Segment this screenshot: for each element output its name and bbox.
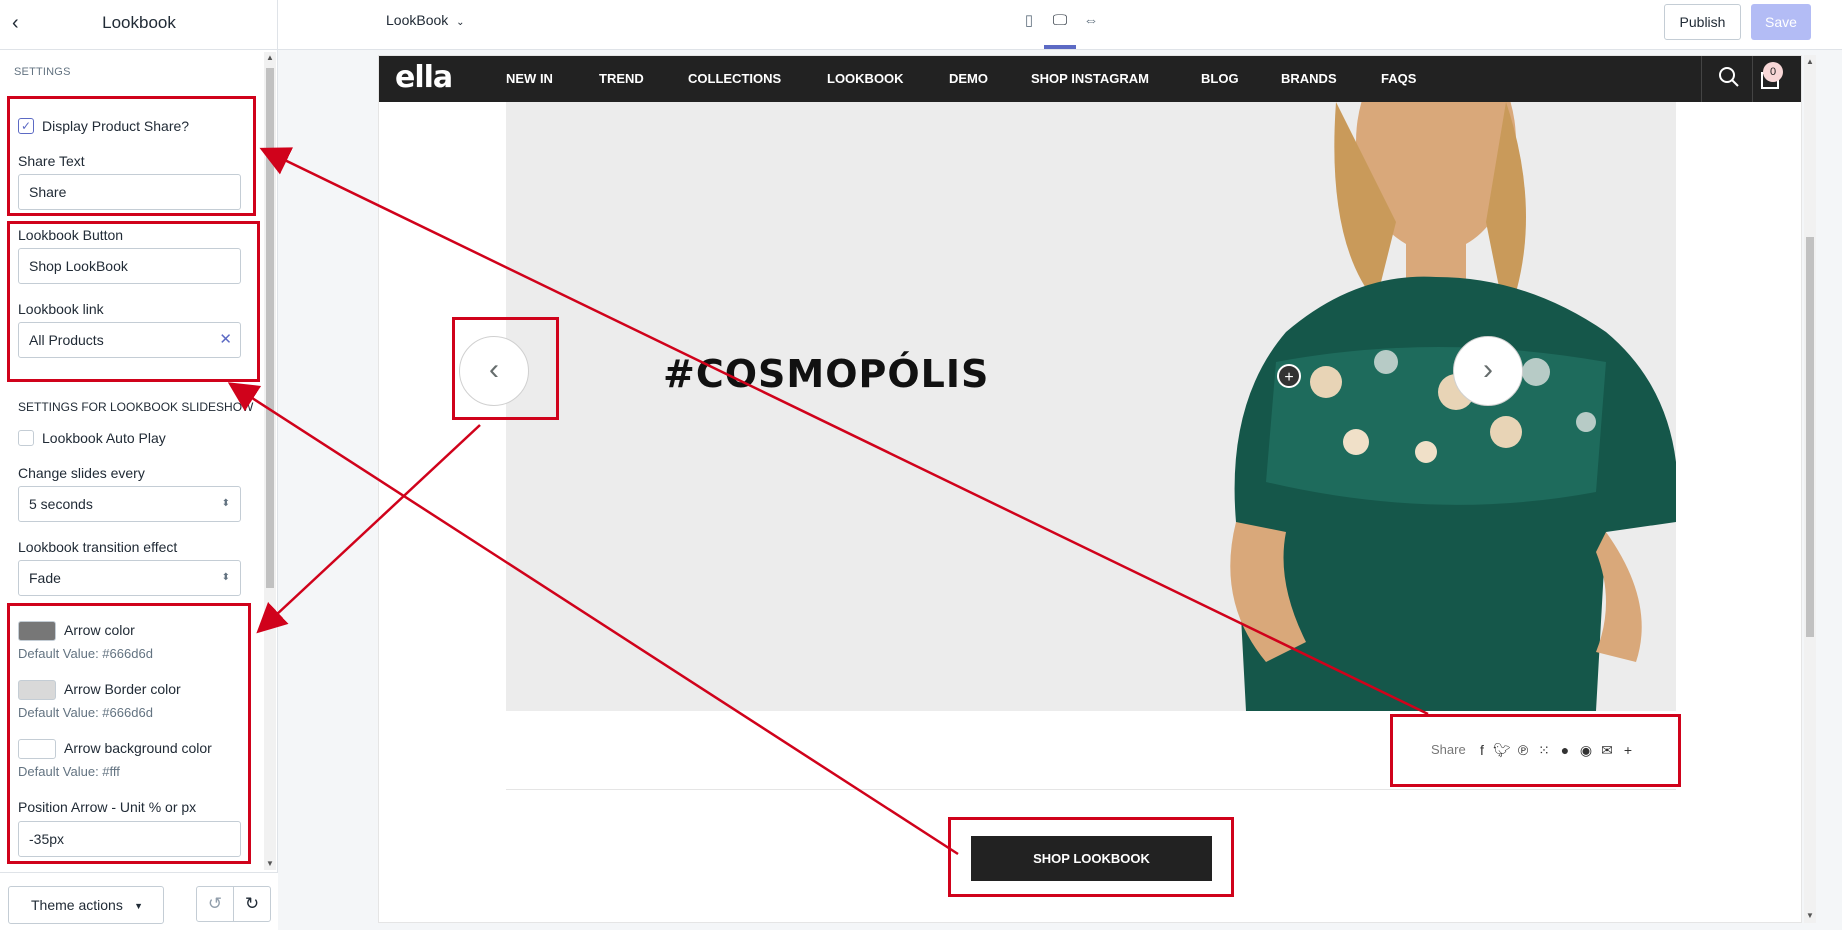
publish-button[interactable]: Publish: [1664, 4, 1741, 40]
nav-item-demo[interactable]: DEMO: [949, 71, 988, 86]
preview-scrollbar[interactable]: ▲ ▼: [1804, 55, 1816, 923]
autoplay-label: Lookbook Auto Play: [42, 430, 166, 446]
sidebar-header: ‹ Lookbook: [0, 0, 278, 50]
share-text-label: Share Text: [18, 153, 85, 169]
display-share-checkbox[interactable]: ✓: [18, 118, 34, 134]
slide-prev-arrow[interactable]: ‹: [459, 336, 529, 406]
nav-item-new-in[interactable]: NEW IN: [506, 71, 553, 86]
nav-item-blog[interactable]: BLOG: [1201, 71, 1239, 86]
nav-item-faqs[interactable]: FAQS: [1381, 71, 1416, 86]
select-arrows-icon: ⬍: [221, 572, 230, 583]
lookbook-hero: #COSMOPÓLIS +: [506, 102, 1676, 711]
arrow-color-label: Arrow color: [64, 622, 135, 638]
scroll-down-icon[interactable]: ▼: [1806, 912, 1814, 920]
arrow-color-default: Default Value: #666d6d: [18, 646, 153, 661]
arrow-bg-swatch[interactable]: [18, 739, 56, 759]
active-view-indicator: [1044, 45, 1076, 49]
email-icon[interactable]: ✉: [1598, 740, 1616, 760]
circle-share-icon[interactable]: ◉: [1577, 740, 1595, 760]
product-hotspot-icon[interactable]: +: [1277, 364, 1301, 388]
sidebar-title: Lookbook: [102, 13, 176, 32]
section-heading-slideshow: SETTINGS FOR LOOKBOOK SLIDESHOW: [18, 400, 254, 414]
grid-share-icon[interactable]: ⁙: [1535, 740, 1553, 760]
transition-select[interactable]: Fade ⬍: [18, 560, 241, 596]
chevron-down-icon: ⌄: [456, 17, 465, 28]
display-share-label: Display Product Share?: [42, 118, 190, 134]
position-arrow-input[interactable]: -35px: [18, 821, 241, 857]
scroll-up-icon[interactable]: ▲: [1806, 58, 1814, 66]
nav-item-shop-instagram[interactable]: SHOP INSTAGRAM: [1031, 71, 1149, 86]
lookbook-link-input[interactable]: All Products ✕: [18, 322, 241, 358]
scrollbar-thumb[interactable]: [266, 68, 274, 588]
bell-share-icon[interactable]: ●: [1556, 740, 1574, 760]
transition-label: Lookbook transition effect: [18, 539, 178, 555]
store-logo[interactable]: ella: [395, 60, 453, 95]
position-arrow-label: Position Arrow - Unit % or px: [18, 799, 197, 815]
facebook-icon[interactable]: f: [1473, 740, 1491, 760]
arrow-color-swatch[interactable]: [18, 621, 56, 641]
nav-item-lookbook[interactable]: LOOKBOOK: [827, 71, 904, 86]
pinterest-icon[interactable]: ℗: [1514, 740, 1532, 760]
arrow-bg-label: Arrow background color: [64, 740, 212, 756]
model-image: [1230, 102, 1676, 711]
scroll-down-icon[interactable]: ▼: [266, 860, 274, 868]
store-preview: ella NEW IN TREND COLLECTIONS LOOKBOOK D…: [378, 55, 1802, 923]
change-slides-value: 5 seconds: [29, 496, 93, 512]
more-share-icon[interactable]: +: [1619, 740, 1637, 760]
caret-down-icon: ▼: [134, 901, 143, 911]
arrow-bg-default: Default Value: #fff: [18, 764, 120, 779]
nav-item-trend[interactable]: TREND: [599, 71, 644, 86]
save-button[interactable]: Save: [1751, 4, 1811, 40]
page-select-value: LookBook: [386, 12, 449, 28]
transition-value: Fade: [29, 570, 61, 586]
cart-count-badge: 0: [1763, 62, 1783, 82]
lookbook-link-value: All Products: [29, 332, 104, 348]
redo-icon[interactable]: ↻: [233, 886, 271, 922]
arrow-border-default: Default Value: #666d6d: [18, 705, 153, 720]
nav-item-collections[interactable]: COLLECTIONS: [688, 71, 781, 86]
hero-title: #COSMOPÓLIS: [663, 352, 990, 396]
theme-actions-button[interactable]: Theme actions ▼: [8, 886, 164, 924]
scroll-up-icon[interactable]: ▲: [266, 54, 274, 62]
editor-topbar: LookBook ⌄ ▯ 🖵 ⇔ Publish Save: [278, 0, 1842, 50]
slide-next-arrow[interactable]: ›: [1453, 336, 1523, 406]
shop-lookbook-button[interactable]: SHOP LOOKBOOK: [971, 836, 1212, 881]
share-text-input[interactable]: Share: [18, 174, 241, 210]
arrow-border-swatch[interactable]: [18, 680, 56, 700]
select-arrows-icon: ⬍: [221, 498, 230, 509]
section-divider: [506, 789, 1676, 790]
search-icon[interactable]: [1716, 66, 1742, 92]
lookbook-button-input[interactable]: Shop LookBook: [18, 248, 241, 284]
desktop-view-icon[interactable]: 🖵: [1049, 10, 1071, 32]
page-select-dropdown[interactable]: LookBook ⌄: [386, 12, 465, 28]
lookbook-link-label: Lookbook link: [18, 301, 104, 317]
share-label: Share: [1431, 742, 1466, 757]
sidebar-scrollbar[interactable]: ▲ ▼: [264, 52, 276, 870]
sidebar-settings-panel: SETTINGS ✓ Display Product Share? Share …: [0, 50, 278, 872]
twitter-icon[interactable]: 🐦︎: [1493, 740, 1511, 760]
sidebar-footer: Theme actions ▼ ↺ ↻: [0, 872, 278, 930]
scrollbar-thumb[interactable]: [1806, 237, 1814, 637]
mobile-view-icon[interactable]: ▯: [1018, 10, 1040, 32]
lookbook-button-label: Lookbook Button: [18, 227, 124, 243]
nav-divider: [1701, 56, 1702, 102]
nav-divider: [1752, 56, 1753, 102]
nav-item-brands[interactable]: BRANDS: [1281, 71, 1337, 86]
theme-actions-label: Theme actions: [31, 897, 123, 913]
section-heading-settings: SETTINGS: [14, 66, 71, 78]
fullscreen-view-icon[interactable]: ⇔: [1080, 10, 1102, 32]
undo-icon[interactable]: ↺: [196, 886, 234, 922]
store-navbar: ella NEW IN TREND COLLECTIONS LOOKBOOK D…: [379, 56, 1801, 102]
clear-link-icon[interactable]: ✕: [219, 323, 232, 357]
arrow-border-label: Arrow Border color: [64, 681, 181, 697]
change-slides-label: Change slides every: [18, 465, 145, 481]
theme-editor-sidebar: ‹ Lookbook SETTINGS ✓ Display Product Sh…: [0, 0, 278, 930]
autoplay-checkbox[interactable]: [18, 430, 34, 446]
change-slides-select[interactable]: 5 seconds ⬍: [18, 486, 241, 522]
